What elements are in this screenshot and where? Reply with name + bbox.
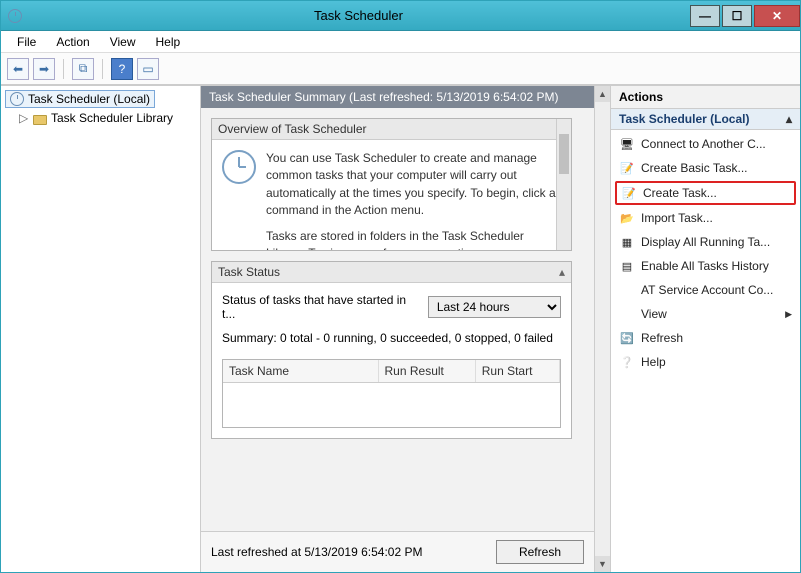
expander-icon[interactable]: ▷: [19, 111, 29, 125]
menu-help[interactable]: Help: [146, 33, 191, 51]
actions-scope[interactable]: Task Scheduler (Local) ▴: [611, 109, 800, 130]
action-enable-all-tasks-history[interactable]: ▤ Enable All Tasks History: [611, 254, 800, 278]
action-create-basic-task[interactable]: 📝 Create Basic Task...: [611, 156, 800, 180]
action-at-service-account-co[interactable]: AT Service Account Co...: [611, 278, 800, 302]
clock-icon: [10, 92, 24, 106]
footer-row: Last refreshed at 5/13/2019 6:54:02 PM R…: [201, 531, 594, 572]
actions-scope-label: Task Scheduler (Local): [619, 112, 749, 126]
action-label: View: [641, 307, 779, 321]
app-icon: [1, 9, 29, 23]
actions-header: Actions: [611, 86, 800, 109]
action-icon: 🔄: [619, 330, 635, 346]
col-run-start[interactable]: Run Start: [476, 360, 560, 382]
minimize-button[interactable]: —: [690, 5, 720, 27]
status-header[interactable]: Task Status ▴: [212, 262, 571, 283]
overview-title: Overview of Task Scheduler: [218, 122, 559, 136]
action-import-task[interactable]: 📂 Import Task...: [611, 206, 800, 230]
overview-p1: You can use Task Scheduler to create and…: [266, 150, 561, 220]
overview-section: Overview of Task Scheduler ▴ You can use…: [211, 118, 572, 251]
tree-library[interactable]: ▷ Task Scheduler Library: [19, 111, 196, 125]
status-label: Status of tasks that have started in t..…: [222, 293, 420, 321]
forward-button[interactable]: ➡: [33, 58, 55, 80]
action-label: Import Task...: [641, 211, 792, 225]
action-icon: 🖥: [619, 136, 635, 152]
task-table: Task Name Run Result Run Start: [222, 359, 561, 428]
collapse-icon: ▴: [559, 265, 565, 279]
action-icon: 📂: [619, 210, 635, 226]
titlebar: Task Scheduler — ☐ ✕: [1, 1, 800, 31]
action-icon: [619, 282, 635, 298]
status-section: Task Status ▴ Status of tasks that have …: [211, 261, 572, 439]
back-button[interactable]: ⬅: [7, 58, 29, 80]
separator: [102, 59, 103, 79]
tree-root[interactable]: Task Scheduler (Local): [5, 90, 155, 108]
action-label: Display All Running Ta...: [641, 235, 792, 249]
task-table-body: [223, 383, 560, 427]
action-icon: [619, 306, 635, 322]
action-icon: ▦: [619, 234, 635, 250]
help-button[interactable]: ?: [111, 58, 133, 80]
status-period-select[interactable]: Last 24 hours: [428, 296, 561, 318]
col-task-name[interactable]: Task Name: [223, 360, 379, 382]
toolbar: ⬅ ➡ ⧉ ? ▭: [1, 53, 800, 85]
action-label: Create Task...: [643, 186, 790, 200]
action-label: Create Basic Task...: [641, 161, 792, 175]
body-area: Task Scheduler (Local) ▷ Task Scheduler …: [1, 85, 800, 572]
action-create-task[interactable]: 📝 Create Task...: [615, 181, 796, 205]
show-hide-tree-button[interactable]: ⧉: [72, 58, 94, 80]
action-display-all-running-ta[interactable]: ▦ Display All Running Ta...: [611, 230, 800, 254]
close-button[interactable]: ✕: [754, 5, 800, 27]
status-title: Task Status: [218, 265, 559, 279]
task-scheduler-window: Task Scheduler — ☐ ✕ File Action View He…: [0, 0, 801, 573]
last-refreshed-label: Last refreshed at 5/13/2019 6:54:02 PM: [211, 545, 422, 559]
folder-icon: [33, 115, 47, 125]
status-summary-text: Summary: 0 total - 0 running, 0 succeede…: [222, 331, 561, 345]
overview-header[interactable]: Overview of Task Scheduler ▴: [212, 119, 571, 140]
action-icon: ❔: [619, 354, 635, 370]
action-label: Connect to Another C...: [641, 137, 792, 151]
action-icon: 📝: [621, 185, 637, 201]
window-title: Task Scheduler: [29, 8, 688, 23]
submenu-arrow-icon: ▶: [785, 309, 792, 320]
action-label: Enable All Tasks History: [641, 259, 792, 273]
summary-header: Task Scheduler Summary (Last refreshed: …: [201, 86, 594, 108]
tree-library-label: Task Scheduler Library: [51, 111, 173, 125]
menu-file[interactable]: File: [7, 33, 46, 51]
action-icon: ▤: [619, 258, 635, 274]
center-pane: Task Scheduler Summary (Last refreshed: …: [201, 86, 594, 572]
properties-button[interactable]: ▭: [137, 58, 159, 80]
center-outer-scrollbar[interactable]: ▲ ▼: [594, 86, 610, 572]
menu-view[interactable]: View: [100, 33, 146, 51]
action-label: Refresh: [641, 331, 792, 345]
col-run-result[interactable]: Run Result: [379, 360, 476, 382]
action-help[interactable]: ❔ Help: [611, 350, 800, 374]
refresh-button[interactable]: Refresh: [496, 540, 584, 564]
tree-pane: Task Scheduler (Local) ▷ Task Scheduler …: [1, 86, 201, 572]
action-label: AT Service Account Co...: [641, 283, 792, 297]
menu-action[interactable]: Action: [46, 33, 99, 51]
clock-icon: [222, 150, 256, 184]
overview-text: You can use Task Scheduler to create and…: [266, 150, 561, 240]
action-refresh[interactable]: 🔄 Refresh: [611, 326, 800, 350]
separator: [63, 59, 64, 79]
action-label: Help: [641, 355, 792, 369]
tree-root-label: Task Scheduler (Local): [28, 92, 150, 106]
action-view[interactable]: View ▶: [611, 302, 800, 326]
collapse-icon: ▴: [786, 112, 792, 126]
overview-scrollbar[interactable]: [556, 119, 571, 250]
scroll-down-icon[interactable]: ▼: [595, 556, 610, 572]
maximize-button[interactable]: ☐: [722, 5, 752, 27]
actions-pane: Actions Task Scheduler (Local) ▴ 🖥 Connec…: [610, 86, 800, 572]
scroll-up-icon[interactable]: ▲: [595, 86, 610, 102]
action-list: 🖥 Connect to Another C... 📝 Create Basic Ta…: [611, 130, 800, 376]
menubar: File Action View Help: [1, 31, 800, 53]
action-icon: 📝: [619, 160, 635, 176]
overview-p2: Tasks are stored in folders in the Task …: [266, 228, 561, 250]
center-scroll-area: Overview of Task Scheduler ▴ You can use…: [201, 108, 594, 531]
action-connect-to-another-c[interactable]: 🖥 Connect to Another C...: [611, 132, 800, 156]
